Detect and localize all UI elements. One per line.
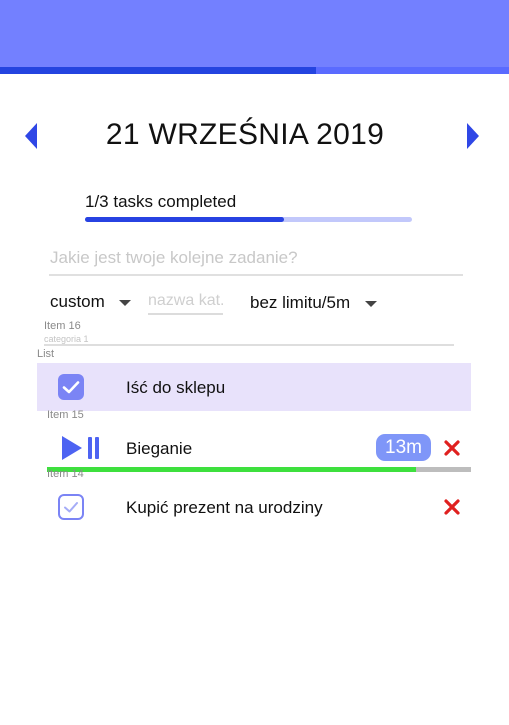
pause-icon-bar[interactable] (95, 437, 99, 459)
item-label: Item 16 (44, 320, 81, 332)
category-select-value: custom (50, 292, 105, 311)
item-label: Item 14 (47, 468, 84, 480)
task-timer-bar (47, 467, 471, 472)
pause-icon[interactable] (88, 437, 92, 459)
task-label: Kupić prezent na urodziny (126, 498, 323, 517)
category-label: categoria 1 (44, 334, 89, 344)
tasks-progress-fill (85, 217, 285, 222)
limit-select-value: bez limitu/5m (250, 293, 351, 312)
delete-icon[interactable] (443, 498, 461, 516)
date-title: 21 WRZEŚNIA 2019 (105, 118, 385, 151)
play-icon[interactable] (62, 436, 82, 460)
prev-day-arrow-icon[interactable] (25, 123, 37, 149)
task-timer-fill (47, 467, 416, 472)
category-caret-icon[interactable] (119, 300, 131, 306)
limit-select[interactable]: bez limitu/5m (250, 293, 350, 313)
item-label: Item 15 (47, 409, 84, 421)
category-select[interactable]: custom (50, 292, 105, 312)
limit-caret-icon[interactable] (365, 301, 377, 307)
new-task-input[interactable] (49, 242, 463, 276)
app-header (0, 0, 509, 67)
checkbox-unchecked-icon[interactable] (58, 494, 84, 520)
tasks-progress-text: 1/3 tasks completed (85, 192, 237, 211)
next-day-arrow-icon[interactable] (467, 123, 479, 149)
task-row-selected[interactable] (37, 363, 471, 411)
checkbox-checked-icon[interactable] (58, 374, 84, 400)
category-divider (44, 344, 454, 346)
delete-icon[interactable] (443, 439, 461, 457)
header-progress-fill (0, 67, 316, 74)
task-label: Bieganie (126, 439, 193, 458)
time-badge: 13m (376, 434, 431, 461)
category-name-input[interactable] (148, 289, 223, 315)
task-label: Iść do sklepu (126, 378, 226, 397)
tasks-progress-bar (85, 217, 412, 222)
list-label: List (37, 348, 55, 360)
